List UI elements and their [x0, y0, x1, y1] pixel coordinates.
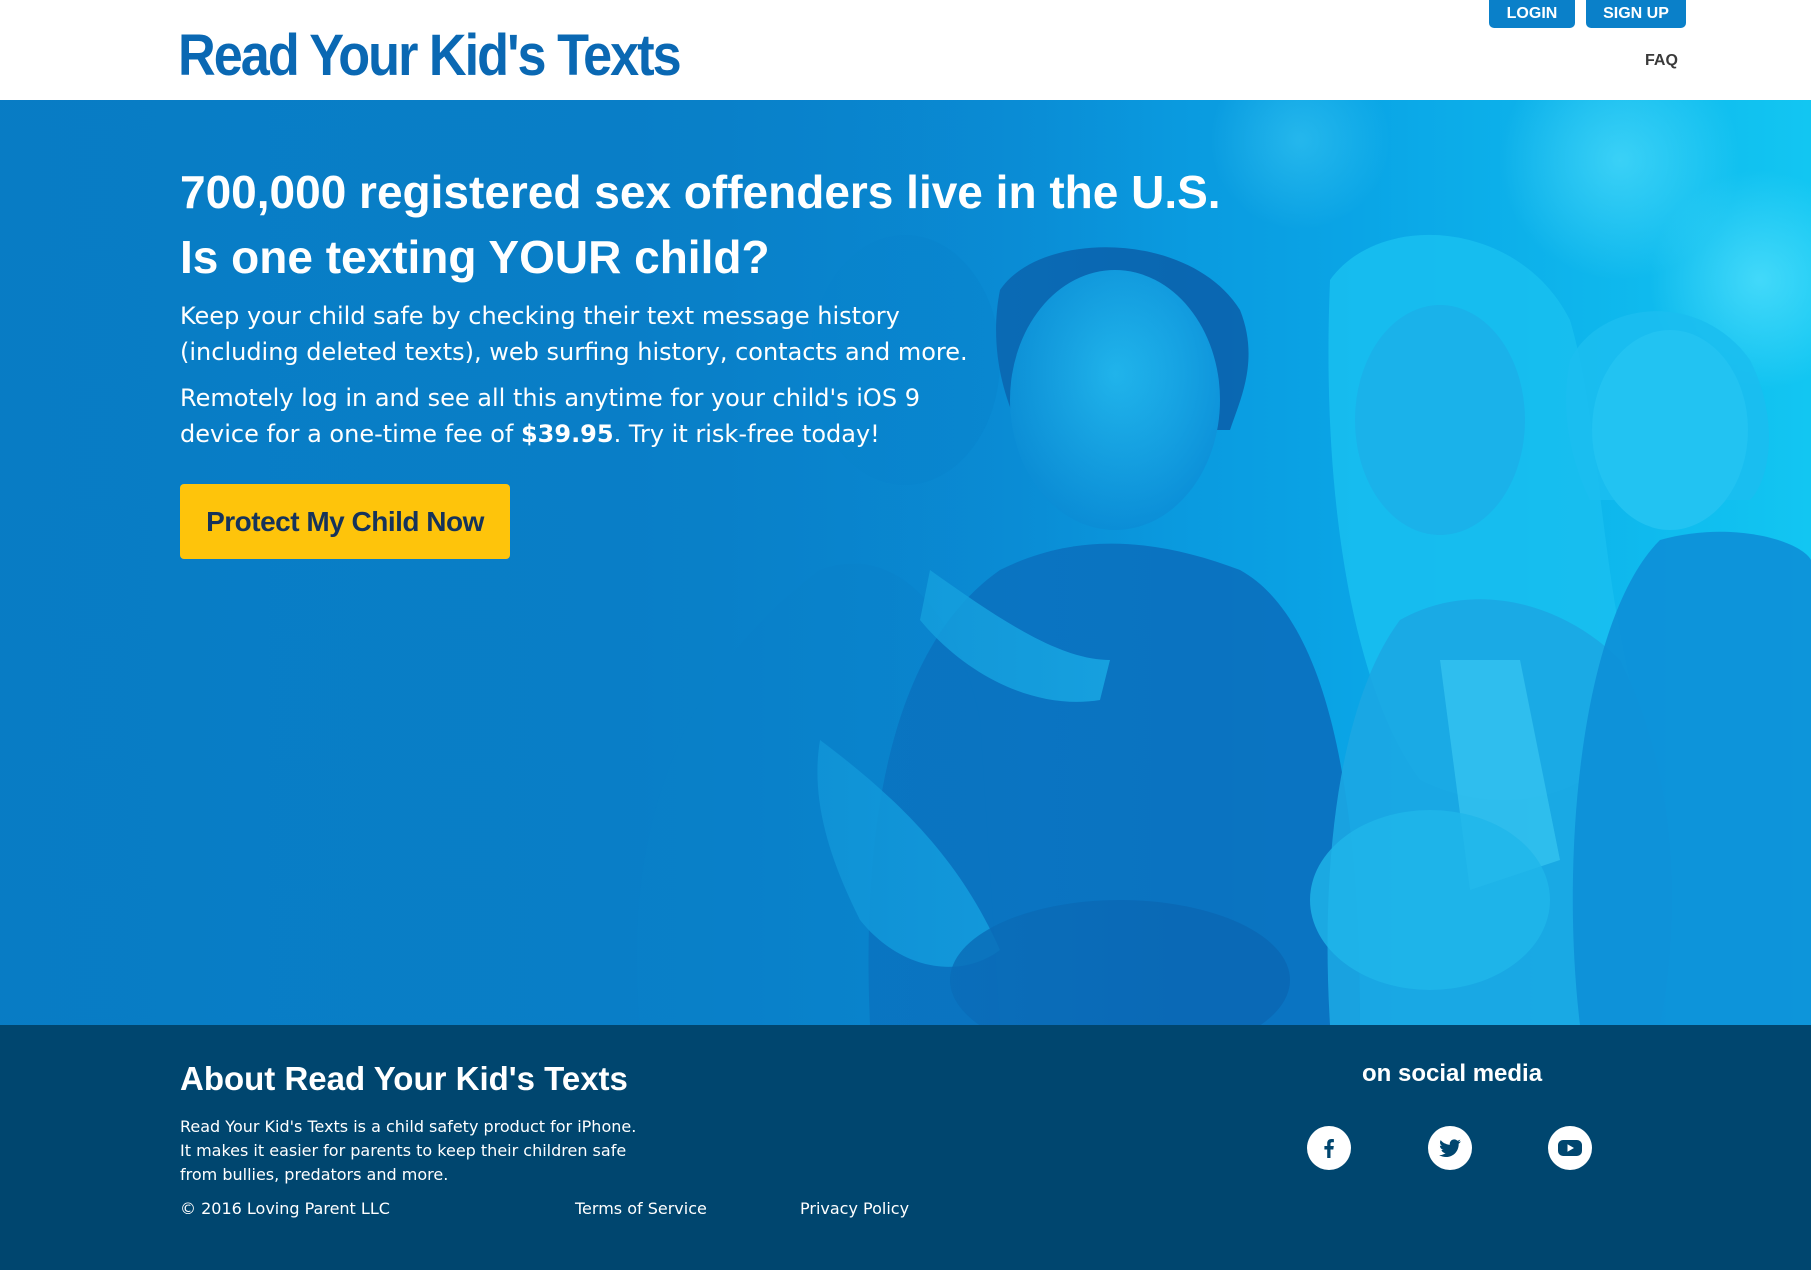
about-line-2: It makes it easier for parents to keep t…: [180, 1141, 627, 1160]
price-value: $39.95: [520, 420, 614, 448]
hero-description: Keep your child safe by checking their t…: [180, 298, 1080, 370]
about-heading: About Read Your Kid's Texts: [180, 1060, 628, 1097]
faq-link[interactable]: FAQ: [1645, 52, 1678, 70]
hero-headline: 700,000 registered sex offenders live in…: [180, 160, 1280, 290]
hero-description-line-1: Keep your child safe by checking their t…: [180, 302, 900, 330]
signup-button[interactable]: SIGN UP: [1586, 0, 1686, 28]
hero-pricing-line-1: Remotely log in and see all this anytime…: [180, 384, 920, 412]
about-line-3: from bullies, predators and more.: [180, 1165, 449, 1184]
hero-headline-line-2: Is one texting YOUR child?: [180, 231, 770, 283]
twitter-icon[interactable]: [1428, 1126, 1472, 1170]
about-text: Read Your Kid's Texts is a child safety …: [180, 1115, 660, 1187]
hero-description-line-2: (including deleted texts), web surfing h…: [180, 338, 968, 366]
terms-of-service-link[interactable]: Terms of Service: [575, 1199, 707, 1218]
hero-headline-line-1: 700,000 registered sex offenders live in…: [180, 166, 1221, 218]
pricing-text-before: device for a one-time fee of: [180, 420, 521, 448]
social-media-heading: on social media: [1362, 1060, 1543, 1087]
hero-pricing-text: Remotely log in and see all this anytime…: [180, 380, 1080, 452]
about-line-1: Read Your Kid's Texts is a child safety …: [180, 1117, 637, 1136]
site-logo[interactable]: Read Your Kid's Texts: [178, 22, 682, 89]
privacy-policy-link[interactable]: Privacy Policy: [800, 1199, 909, 1218]
pricing-text-after: . Try it risk-free today!: [613, 420, 880, 448]
site-footer: About Read Your Kid's Texts Read Your Ki…: [0, 1025, 1811, 1270]
site-header: Read Your Kid's Texts LOGIN SIGN UP FAQ: [0, 0, 1811, 100]
copyright-text: © 2016 Loving Parent LLC: [180, 1199, 390, 1218]
login-button[interactable]: LOGIN: [1489, 0, 1575, 28]
hero-section: 700,000 registered sex offenders live in…: [0, 100, 1811, 1025]
facebook-icon[interactable]: [1307, 1126, 1351, 1170]
hero-pricing-line-2: device for a one-time fee of $39.95. Try…: [180, 416, 1080, 452]
youtube-icon[interactable]: [1548, 1126, 1592, 1170]
protect-my-child-button[interactable]: Protect My Child Now: [180, 484, 510, 559]
